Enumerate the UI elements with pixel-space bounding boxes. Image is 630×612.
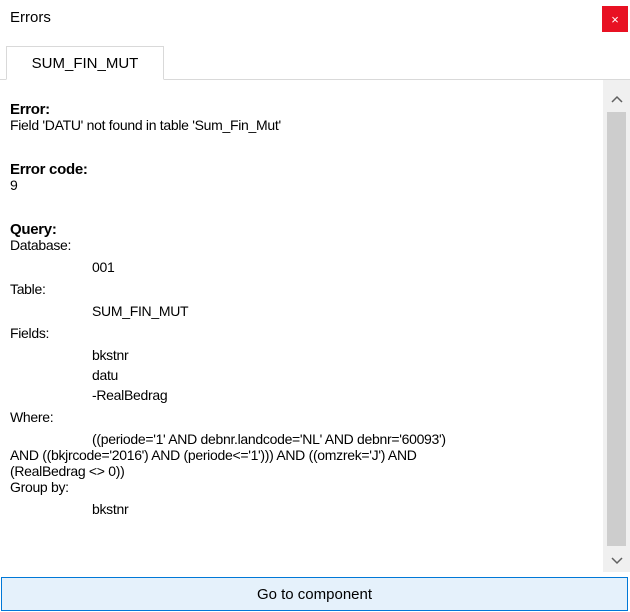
- where-line: AND ((bkjrcode='2016') AND (periode<='1'…: [10, 447, 417, 463]
- chevron-down-icon: [610, 557, 623, 565]
- error-details-panel: Error: Field 'DATU' not found in table '…: [0, 80, 603, 572]
- go-to-component-label: Go to component: [256, 585, 373, 603]
- error-message: Field 'DATU' not found in table 'Sum_Fin…: [10, 117, 281, 133]
- tab-sum-fin-mut[interactable]: SUM_FIN_MUT: [6, 46, 164, 80]
- error-label: Error:: [10, 101, 50, 118]
- field-item: bkstnr: [92, 347, 129, 363]
- fields-label: Fields:: [10, 325, 50, 341]
- groupby-label: Group by:: [10, 479, 69, 495]
- scroll-down-button[interactable]: [603, 548, 630, 574]
- groupby-value: bkstnr: [92, 501, 129, 517]
- go-to-component-button[interactable]: Go to component: [1, 577, 628, 611]
- title-bar: Errors ×: [0, 0, 630, 36]
- error-code-value: 9: [10, 177, 18, 193]
- table-value: SUM_FIN_MUT: [92, 303, 189, 319]
- field-item: datu: [92, 367, 119, 383]
- scroll-thumb[interactable]: [607, 112, 626, 546]
- error-code-label: Error code:: [10, 161, 88, 178]
- where-line: (RealBedrag <> 0)): [10, 463, 125, 479]
- query-label: Query:: [10, 221, 57, 238]
- database-value: 001: [92, 259, 115, 275]
- window-title: Errors: [10, 9, 51, 26]
- vertical-scrollbar[interactable]: [603, 80, 630, 572]
- database-label: Database:: [10, 237, 72, 253]
- tab-label: SUM_FIN_MUT: [31, 54, 139, 72]
- field-item: -RealBedrag: [92, 387, 168, 403]
- close-button[interactable]: ×: [602, 6, 628, 32]
- table-label: Table:: [10, 281, 46, 297]
- close-icon: ×: [611, 11, 619, 27]
- where-label: Where:: [10, 409, 54, 425]
- where-line: ((periode='1' AND debnr.landcode='NL' AN…: [92, 431, 446, 447]
- chevron-up-icon: [610, 95, 623, 103]
- scroll-up-button[interactable]: [603, 86, 630, 112]
